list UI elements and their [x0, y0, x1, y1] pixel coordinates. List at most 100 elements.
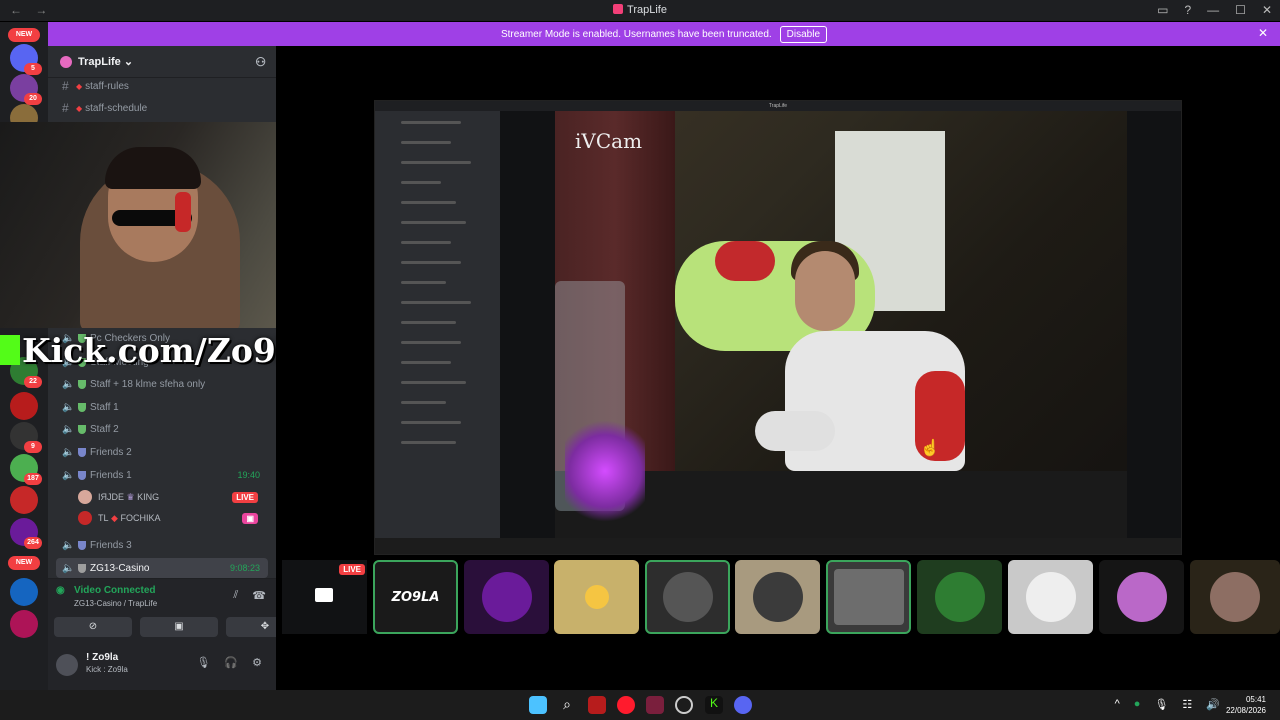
app-icon[interactable] — [646, 696, 664, 714]
close-window-icon[interactable]: ✕ — [1262, 3, 1272, 17]
screen-share-stream[interactable]: TrapLife iVCam — [374, 100, 1182, 555]
participant-tile[interactable] — [1099, 560, 1184, 634]
shared-channel-line — [401, 341, 461, 344]
window-controls: ▭ ? — ☐ ✕ — [1157, 3, 1272, 17]
video-icon: ▣ — [242, 512, 258, 524]
participant-tile[interactable] — [826, 560, 911, 634]
kick-app-icon[interactable]: K — [705, 696, 723, 714]
close-banner-icon[interactable]: ✕ — [1258, 26, 1268, 40]
ivcam-feed: iVCam — [555, 111, 1127, 539]
server-icon[interactable] — [10, 610, 38, 638]
casino-icon — [78, 563, 86, 573]
shared-channel-line — [401, 281, 446, 284]
server-icon[interactable]: 20 — [10, 74, 42, 105]
server-icon[interactable] — [10, 486, 38, 514]
speaker-icon: 🔈 — [62, 424, 75, 435]
friends-icon — [78, 470, 86, 480]
avatar[interactable] — [56, 654, 78, 676]
participant-tile[interactable] — [1008, 560, 1093, 634]
voice-channel-friends-2[interactable]: 🔈 Friends 2 — [56, 442, 268, 462]
microphone-icon[interactable]: 🎙 — [196, 656, 210, 669]
voice-member[interactable]: TL ◆ FOCHIKA ▣ — [78, 508, 268, 528]
banner-text: Streamer Mode is enabled. Usernames have… — [500, 28, 772, 40]
chevron-down-icon: ⌄ — [123, 56, 134, 68]
friends-icon — [78, 540, 86, 550]
server-icon[interactable] — [10, 578, 38, 606]
microphone-icon[interactable]: 🎙 — [1154, 698, 1168, 711]
participant-tile[interactable] — [554, 560, 639, 634]
shared-channel-line — [401, 441, 456, 444]
disable-streamer-mode-button[interactable]: Disable — [779, 25, 828, 43]
share-screen-button[interactable]: ▣ — [140, 617, 218, 637]
user-panel: ! Zo9la Kick : Zo9la 🎙 🎧 ⚙ — [48, 644, 276, 690]
window-title: TrapLife — [0, 4, 1280, 16]
new-badge: NEW — [8, 556, 40, 570]
voice-channel-friends-1[interactable]: 🔈 Friends 1 19:40 — [56, 465, 268, 485]
participant-tile[interactable] — [735, 560, 820, 634]
participant-tile[interactable] — [645, 560, 730, 634]
clock[interactable]: 05:41 22/08/2026 — [1226, 694, 1266, 716]
noise-suppression-icon[interactable]: ⫽ — [233, 589, 238, 602]
voice-channel-staff-1[interactable]: 🔈 Staff 1 — [56, 397, 268, 417]
screen-share-tile[interactable]: LIVE — [282, 560, 367, 634]
speaker-icon: 🔈 — [62, 379, 75, 390]
shared-channel-line — [401, 201, 456, 204]
channel-staff-schedule[interactable]: # ◆ staff-schedule — [56, 98, 268, 118]
participant-tile[interactable] — [464, 560, 549, 634]
ivcam-watermark: iVCam — [575, 129, 643, 153]
inbox-icon[interactable]: ▭ — [1157, 3, 1168, 17]
camera-off-button[interactable]: ⊘ — [54, 617, 132, 637]
headphones-icon[interactable]: 🎧 — [224, 656, 238, 669]
volume-icon[interactable]: 🔊 — [1206, 698, 1220, 711]
hash-icon: # — [62, 79, 69, 93]
video-thumbnail — [833, 569, 904, 625]
gear-icon[interactable]: ⚙ — [252, 656, 262, 669]
shared-channel-line — [401, 161, 471, 164]
opera-icon[interactable] — [617, 696, 635, 714]
user-controls: 🎙 🎧 ⚙ — [196, 656, 262, 669]
server-avatar-icon — [60, 55, 72, 68]
avatar — [1210, 572, 1260, 622]
voice-location[interactable]: ZG13-Casino / TrapLife — [74, 599, 157, 608]
participant-tile[interactable] — [917, 560, 1002, 634]
maximize-icon[interactable]: ☐ — [1235, 3, 1246, 17]
server-header[interactable]: TrapLife ⌄ ⚇ — [48, 46, 276, 78]
discord-icon[interactable] — [734, 696, 752, 714]
server-icon[interactable] — [10, 392, 38, 420]
invite-people-icon[interactable]: ⚇ — [255, 55, 266, 69]
speaker-icon: 🔈 — [62, 563, 75, 574]
kick-logo-icon — [0, 335, 20, 365]
chrome-icon[interactable] — [675, 696, 693, 714]
participant-tile[interactable] — [1190, 560, 1280, 634]
pointer-cursor-icon: ☝ — [920, 440, 940, 457]
status-dot-icon[interactable]: ● — [1134, 698, 1141, 711]
voice-channel-staff-2[interactable]: 🔈 Staff 2 — [56, 419, 268, 439]
help-icon[interactable]: ? — [1184, 3, 1191, 17]
voice-channel-friends-3[interactable]: 🔈 Friends 3 — [56, 535, 268, 555]
server-icon[interactable]: 5 — [10, 44, 42, 75]
server-icon[interactable]: 9 — [10, 422, 42, 453]
server-icon[interactable]: 187 — [10, 454, 42, 485]
voicemeeter-icon[interactable] — [588, 696, 606, 714]
voice-channel-staff-18[interactable]: 🔈 Staff + 18 klme sfeha only — [56, 374, 268, 394]
voice-member[interactable]: IЯJDE ♛ KING LIVE — [78, 487, 268, 507]
shared-channel-line — [401, 401, 446, 404]
search-icon[interactable]: ⌕ — [558, 696, 576, 714]
speaker-icon: 🔈 — [62, 402, 75, 413]
live-badge: LIVE — [232, 491, 258, 503]
title-bar: ← → TrapLife ▭ ? — ☐ ✕ — [0, 0, 1280, 21]
network-icon[interactable]: ☷ — [1182, 698, 1192, 711]
server-icon[interactable]: 264 — [10, 518, 42, 549]
voice-channel-zg13-casino[interactable]: 🔈 ZG13-Casino 9:08:23 — [56, 558, 268, 578]
shield-icon — [78, 402, 86, 412]
start-icon[interactable] — [529, 696, 547, 714]
participant-tile[interactable]: ZO9LA — [373, 560, 458, 634]
rules-icon: ◆ — [76, 81, 83, 91]
shared-channel-line — [401, 141, 451, 144]
minimize-icon[interactable]: — — [1207, 3, 1219, 17]
chevron-up-icon[interactable]: ^ — [1115, 698, 1120, 711]
disconnect-icon[interactable]: ☎ — [252, 589, 266, 602]
channel-staff-rules[interactable]: # ◆ staff-rules — [56, 76, 268, 96]
shared-channel-line — [401, 241, 451, 244]
avatar — [78, 511, 92, 525]
